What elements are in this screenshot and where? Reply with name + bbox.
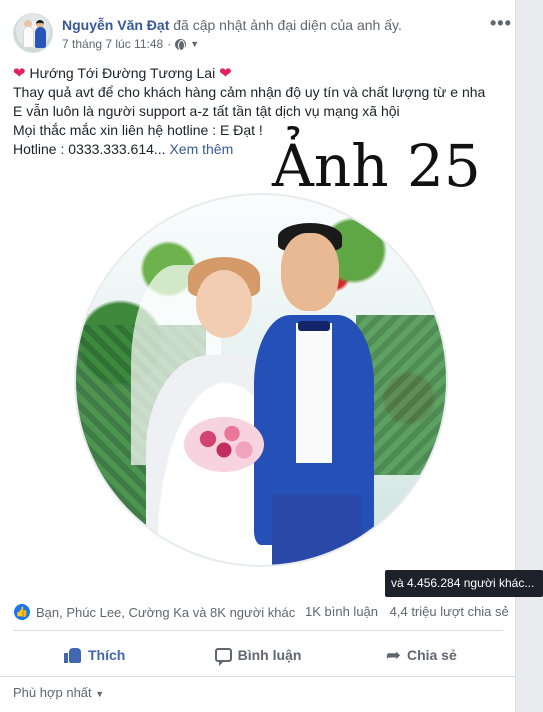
post-timestamp[interactable]: 7 tháng 7 lúc 11:48 [62,37,163,51]
post-text-line: Hotline : 0333.333.614... [13,141,166,157]
comment-sort-dropdown[interactable]: Phù hợp nhất ▼ [13,685,104,700]
share-label: Chia sẻ [406,647,457,663]
heart-icon: ❤ [219,65,232,82]
share-button[interactable]: ➦ Chia sẻ [340,638,503,672]
author-avatar[interactable] [13,13,53,53]
like-button[interactable]: Thích [13,638,176,672]
share-count[interactable]: 4,4 triệu lượt chia sẻ [390,604,509,619]
post-text-line: Hướng Tới Đường Tương Lai [29,65,216,81]
sort-label: Phù hợp nhất [13,685,92,700]
post-header: Nguyễn Văn Đạt đã cập nhật ảnh đại diện … [62,17,402,33]
chevron-down-icon: ▼ [95,689,105,699]
reactions-tooltip: và 4.456.284 người khác... [385,570,543,597]
post-action-text: đã cập nhật ảnh đại diện của anh ấy. [173,17,402,33]
comment-button[interactable]: Bình luận [176,638,339,672]
more-options-button[interactable]: ••• [490,13,512,34]
comment-label: Bình luận [237,647,302,663]
watermark-text: Ảnh 25 [272,132,481,200]
like-reaction-icon: 👍 [13,603,31,621]
heart-icon: ❤ [13,65,26,82]
see-more-link[interactable]: Xem thêm [169,141,233,157]
reaction-names[interactable]: Bạn, Phúc Lee, Cường Ka và 8K người khác [36,605,295,620]
chevron-down-icon[interactable]: ▼ [190,39,199,49]
comment-count[interactable]: 1K bình luận [305,604,378,619]
post-text-line: E vẫn luôn là người support a-z tất tần … [13,103,400,119]
post-meta: 7 tháng 7 lúc 11:48 · ▼ [62,37,200,51]
share-icon: ➦ [385,644,401,665]
post-card: Nguyễn Văn Đạt đã cập nhật ảnh đại diện … [0,0,516,712]
like-label: Thích [87,647,126,663]
post-text-line: Thay quả avt để cho khách hàng cảm nhận … [13,84,486,100]
profile-photo[interactable] [74,193,448,567]
reactions-summary[interactable]: 👍 Bạn, Phúc Lee, Cường Ka và 8K người kh… [13,603,295,621]
thumbs-up-icon [63,647,82,663]
globe-icon[interactable] [175,38,187,51]
comment-icon [214,648,232,666]
divider [0,676,515,677]
action-bar: Thích Bình luận ➦ Chia sẻ [13,638,503,672]
engagement-counts: 1K bình luận 4,4 triệu lượt chia sẻ [305,604,515,619]
author-name[interactable]: Nguyễn Văn Đạt [62,17,169,33]
divider [13,630,503,631]
